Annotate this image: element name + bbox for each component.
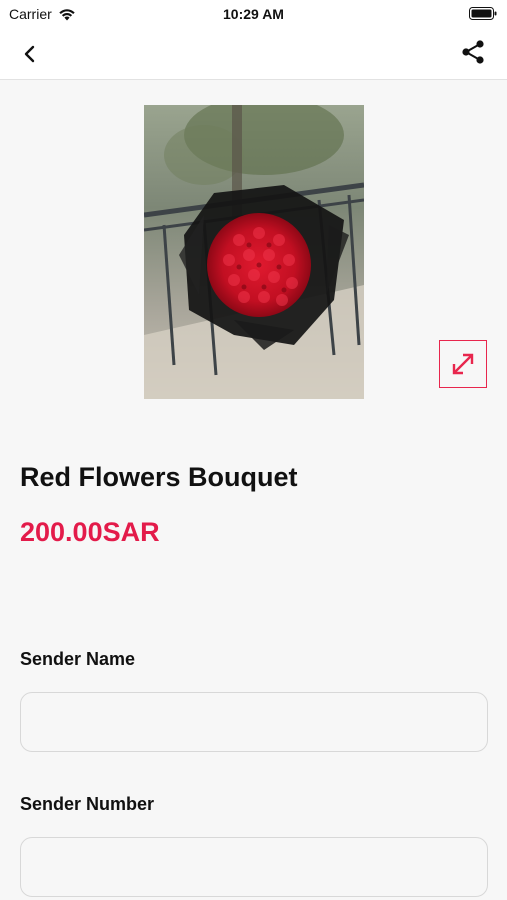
expand-icon xyxy=(452,353,474,375)
sender-number-label: Sender Number xyxy=(20,794,155,814)
sender-number-input[interactable] xyxy=(20,837,488,897)
share-button[interactable] xyxy=(459,38,487,66)
product-price: 200.00SAR xyxy=(20,517,160,547)
share-icon xyxy=(462,40,484,64)
product-title: Red Flowers Bouquet xyxy=(20,462,298,492)
sender-name-label: Sender Name xyxy=(20,649,136,669)
product-image[interactable] xyxy=(144,105,364,399)
chevron-left-icon xyxy=(24,45,35,63)
navigation-bar xyxy=(0,28,507,80)
bouquet-photo xyxy=(144,105,364,399)
expand-image-button[interactable] xyxy=(439,340,487,388)
battery-icon xyxy=(469,7,497,20)
carrier-indicator: Carrier xyxy=(9,6,76,22)
clock: 10:29 AM xyxy=(223,6,284,22)
status-bar: Carrier 10:29 AM xyxy=(0,0,507,28)
sender-name-input[interactable] xyxy=(20,692,488,752)
wifi-icon xyxy=(59,8,75,20)
back-button[interactable] xyxy=(16,40,44,68)
carrier-label: Carrier xyxy=(9,6,52,22)
